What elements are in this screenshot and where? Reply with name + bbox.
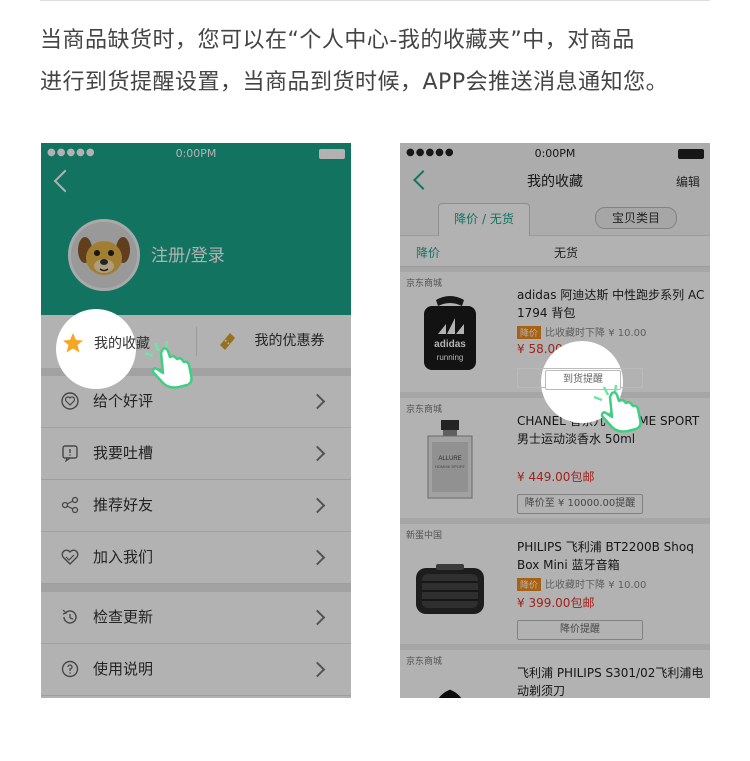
adidas-sub-text: running bbox=[437, 353, 464, 362]
tab-bar: 降价 / 无货 宝贝类目 bbox=[400, 195, 710, 236]
menu-label: 使用说明 bbox=[93, 660, 154, 678]
coupon-icon bbox=[220, 333, 235, 350]
price-drop-text: 比收藏时下降 ¥ 10.00 bbox=[545, 580, 647, 591]
menu-label: 推荐好友 bbox=[93, 496, 154, 514]
filter-out-of-stock[interactable]: 无货 bbox=[554, 244, 578, 261]
chevron-right-icon bbox=[309, 497, 326, 514]
login-register-link[interactable]: 注册/登录 bbox=[151, 241, 225, 266]
product-name: adidas 阿迪达斯 中性跑步系列 AC1794 背包 bbox=[517, 288, 705, 320]
tab-categories[interactable]: 宝贝类目 bbox=[595, 207, 677, 229]
battery-icon bbox=[678, 149, 704, 159]
intro-line-1: 当商品缺货时，您可以在“个人中心-我的收藏夹”中，对商品 bbox=[40, 28, 635, 53]
intro-line-2: 进行到货提醒设置，当商品到货时候，APP会推送消息通知您。 bbox=[40, 70, 669, 95]
price-drop-text: 比收藏时下降 ¥ 10.00 bbox=[545, 328, 647, 339]
star-icon bbox=[63, 333, 83, 353]
nav-bar: 我的收藏 编辑 bbox=[400, 165, 710, 195]
product-card[interactable]: 京东商城 ALLURE HOMME SPORT CHANEL 香奈儿 HOMME… bbox=[400, 398, 710, 524]
chevron-right-icon bbox=[309, 609, 326, 626]
menu-item-complain[interactable]: 我要吐槽 bbox=[41, 428, 351, 480]
price-drop-reminder-button[interactable]: 降价至 ¥ 10000.00提醒 bbox=[517, 494, 643, 514]
chevron-right-icon bbox=[309, 445, 326, 462]
profile-screen: ●●●●● 0:00PM 注册/登录 我的优惠券 给个好评 我要吐槽 推荐好友 … bbox=[41, 143, 351, 698]
coupons-label: 我的优惠券 bbox=[254, 333, 325, 349]
favorites-screen: ●●●●● 0:00PM 我的收藏 编辑 降价 / 无货 宝贝类目 降价 无货 … bbox=[400, 143, 710, 698]
menu-item-help[interactable]: 使用说明 bbox=[41, 644, 351, 696]
update-icon bbox=[62, 609, 77, 624]
price-drop-line: 降价 比收藏时下降 ¥ 10.00 bbox=[517, 324, 646, 339]
product-image bbox=[416, 564, 484, 614]
share-icon bbox=[61, 496, 79, 514]
price-drop-line: 降价 比收藏时下降 ¥ 10.00 bbox=[517, 576, 646, 591]
heart-chat-icon bbox=[61, 392, 79, 410]
product-image: adidas running bbox=[424, 296, 476, 370]
chevron-right-icon bbox=[309, 661, 326, 678]
handshake-icon bbox=[61, 549, 79, 565]
shop-name: 新蛋中国 bbox=[406, 531, 443, 541]
back-icon[interactable] bbox=[53, 169, 77, 193]
tap-hand-icon bbox=[144, 340, 193, 389]
chanel-brand-text: ALLURE bbox=[438, 456, 461, 462]
menu-item-recommend[interactable]: 推荐好友 bbox=[41, 480, 351, 532]
intro-text: 当商品缺货时，您可以在“个人中心-我的收藏夹”中，对商品 进行到货提醒设置，当商… bbox=[40, 20, 720, 104]
product-price: ¥ 399.00包邮 bbox=[517, 596, 595, 610]
shop-name: 京东商城 bbox=[406, 279, 443, 289]
complain-icon bbox=[62, 445, 78, 462]
filter-row: 降价 无货 bbox=[400, 236, 710, 267]
dog-avatar-icon bbox=[71, 222, 137, 288]
status-time: 0:00PM bbox=[175, 147, 217, 160]
profile-menu: 给个好评 我要吐槽 推荐好友 加入我们 检查更新 使用说明 bbox=[41, 368, 351, 696]
edit-button[interactable]: 编辑 bbox=[676, 173, 700, 190]
adidas-logo-text: adidas bbox=[434, 339, 466, 350]
status-bar: ●●●●● 0:00PM bbox=[41, 143, 351, 165]
shop-name: 京东商城 bbox=[406, 657, 443, 667]
product-name: 飞利浦 PHILIPS S301/02飞利浦电动剃须刀 bbox=[517, 666, 704, 698]
menu-item-join[interactable]: 加入我们 bbox=[41, 532, 351, 584]
chanel-sub-text: HOMME SPORT bbox=[435, 464, 466, 469]
menu-group-separator bbox=[41, 584, 351, 592]
price-drop-badge: 降价 bbox=[517, 578, 542, 591]
menu-label: 检查更新 bbox=[93, 608, 154, 626]
page-title: 我的收藏 bbox=[527, 174, 583, 190]
product-name: PHILIPS 飞利浦 BT2200B Shoq Box Mini 蓝牙音箱 bbox=[517, 540, 694, 572]
shop-name: 京东商城 bbox=[406, 405, 443, 415]
menu-label: 我要吐槽 bbox=[93, 444, 154, 462]
help-icon bbox=[61, 660, 79, 678]
menu-label: 加入我们 bbox=[93, 548, 154, 566]
product-card[interactable]: 京东商城 飞利浦 PHILIPS S301/02飞利浦电动剃须刀 bbox=[400, 650, 710, 698]
status-bar: ●●●●● 0:00PM bbox=[400, 143, 710, 165]
avatar[interactable] bbox=[68, 219, 140, 291]
product-price: ¥ 449.00包邮 bbox=[517, 470, 595, 484]
chevron-right-icon bbox=[309, 549, 326, 566]
top-divider bbox=[40, 0, 710, 1]
product-card[interactable]: 新蛋中国 PHILIPS 飞利浦 BT2200B Shoq Box Mini 蓝… bbox=[400, 524, 710, 650]
battery-icon bbox=[319, 149, 345, 159]
status-time: 0:00PM bbox=[534, 147, 576, 160]
tap-hand-icon bbox=[593, 384, 642, 433]
filter-price-drop[interactable]: 降价 bbox=[416, 244, 440, 261]
product-image: ALLURE HOMME SPORT bbox=[427, 420, 473, 499]
tab-price-drop-out-of-stock[interactable]: 降价 / 无货 bbox=[438, 203, 530, 236]
chevron-right-icon bbox=[309, 393, 326, 410]
menu-item-update[interactable]: 检查更新 bbox=[41, 592, 351, 644]
product-image bbox=[438, 689, 462, 698]
price-drop-badge: 降价 bbox=[517, 326, 542, 339]
price-drop-reminder-button[interactable]: 降价提醒 bbox=[517, 620, 643, 640]
profile-header: ●●●●● 0:00PM 注册/登录 bbox=[41, 143, 351, 315]
coupons-item[interactable]: 我的优惠券 bbox=[216, 315, 324, 368]
